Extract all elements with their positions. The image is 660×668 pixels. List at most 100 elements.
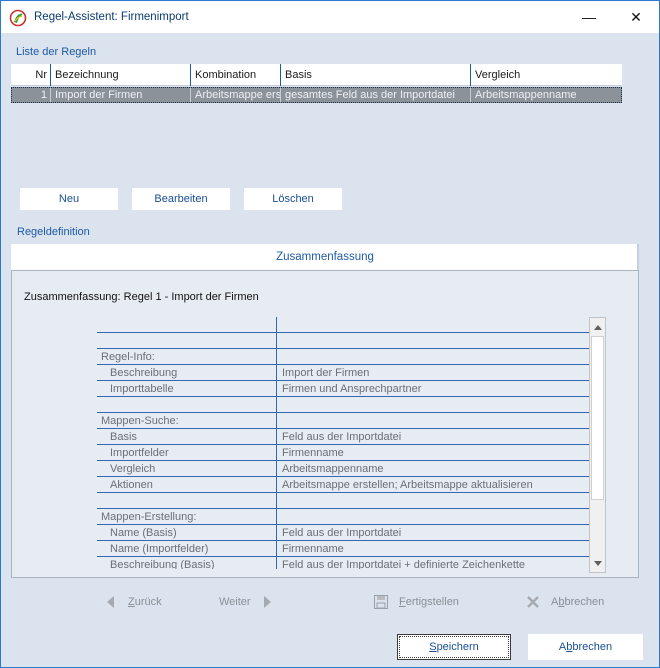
title-bar: Regel-Assistent: Firmenimport — ✕: [1, 1, 659, 33]
finish-label: Fertigstellen: [399, 596, 459, 608]
chevron-down-icon: [593, 560, 602, 566]
table-row: Aktionen Arbeitsmappe erstellen; Arbeitsm…: [97, 477, 589, 493]
column-header-nr[interactable]: Nr: [11, 64, 51, 86]
summary-value: [278, 413, 589, 429]
summary-value: Feld aus der Importdatei: [282, 527, 402, 539]
summary-key: Importtabelle: [97, 381, 277, 397]
table-row: Importfelder Firmenname: [97, 445, 589, 461]
back-label: Zurück: [128, 596, 162, 608]
cell-nr: 1: [12, 88, 51, 102]
arrow-right-icon: [263, 596, 271, 608]
back-button[interactable]: Zurück: [105, 593, 162, 611]
table-row: [97, 317, 589, 333]
summary-key: [97, 493, 277, 509]
summary-key: Importfelder: [97, 445, 277, 461]
scroll-thumb[interactable]: [591, 336, 604, 500]
cell-kombination: Arbeitsmappe erstellen: [191, 88, 281, 102]
save-disk-icon: [374, 595, 388, 609]
summary-scrollbar[interactable]: [589, 317, 606, 573]
summary-value: [278, 509, 589, 525]
save-button[interactable]: Speichern: [397, 634, 511, 660]
table-row: Basis Feld aus der Importdatei: [97, 429, 589, 445]
cell-bezeichnung: Import der Firmen: [51, 88, 191, 102]
summary-key: [97, 397, 277, 413]
wizard-cancel-label: Abbrechen: [551, 596, 605, 608]
cell-basis: gesamtes Feld aus der Importdatei: [281, 88, 471, 102]
summary-key: Beschreibung (Basis): [97, 557, 277, 569]
summary-key: Name (Basis): [97, 525, 277, 541]
column-header-bezeichnung[interactable]: Bezeichnung: [51, 64, 191, 86]
column-header-basis[interactable]: Basis: [281, 64, 471, 86]
cancel-x-icon: [527, 596, 539, 608]
summary-key: Regel-Info:: [97, 349, 277, 365]
summary-value: Firmenname: [282, 447, 344, 459]
summary-key: Basis: [97, 429, 277, 445]
summary-section-row: Mappen-Erstellung:: [97, 509, 589, 525]
table-row: [97, 333, 589, 349]
summary-key: [97, 333, 277, 349]
new-button[interactable]: Neu: [20, 188, 118, 210]
definition-section-label: Regeldefinition: [17, 226, 90, 238]
wizard-cancel-button[interactable]: Abbrechen: [526, 593, 604, 611]
arrow-left-icon: [107, 596, 114, 608]
minimize-button[interactable]: —: [566, 1, 612, 33]
summary-key: Beschreibung: [97, 365, 277, 381]
summary-key: Aktionen: [97, 477, 277, 493]
summary-section-row: Mappen-Suche:: [97, 413, 589, 429]
window-title: Regel-Assistent: Firmenimport: [34, 11, 189, 23]
delete-button[interactable]: Löschen: [244, 188, 342, 210]
summary-value: Arbeitsmappe erstellen; Arbeitsmappe akt…: [282, 479, 533, 491]
summary-tab-bar: Zusammenfassung: [11, 244, 639, 270]
scroll-down-button[interactable]: [590, 555, 605, 572]
table-row: Name (Basis) Feld aus der Importdatei: [97, 525, 589, 541]
table-row: Beschreibung Import der Firmen: [97, 365, 589, 381]
summary-value: Import der Firmen: [282, 367, 370, 379]
rules-table-header: Nr Bezeichnung Kombination Basis Verglei…: [11, 64, 622, 86]
summary-key: Name (Importfelder): [97, 541, 277, 557]
table-row[interactable]: 1 Import der Firmen Arbeitsmappe erstell…: [11, 87, 622, 103]
summary-value: [278, 333, 589, 349]
summary-value: Firmenname: [282, 543, 344, 555]
minimize-icon: —: [582, 9, 596, 25]
next-button[interactable]: Weiter: [219, 593, 273, 611]
summary-value: Arbeitsmappenname: [282, 463, 384, 475]
app-logo-icon: [9, 9, 27, 27]
edit-button[interactable]: Bearbeiten: [132, 188, 230, 210]
table-row: [97, 397, 589, 413]
table-row: Name (Importfelder) Firmenname: [97, 541, 589, 557]
close-icon: ✕: [630, 8, 642, 25]
summary-value: [278, 397, 589, 413]
summary-key: [97, 317, 277, 333]
rules-section-label: Liste der Regeln: [16, 46, 97, 58]
summary-key: Mappen-Erstellung:: [97, 509, 277, 525]
column-header-vergleich[interactable]: Vergleich: [471, 64, 622, 86]
cancel-button[interactable]: Abbrechen: [528, 634, 643, 660]
cell-vergleich: Arbeitsmappenname: [475, 89, 577, 101]
summary-panel: Zusammenfassung: Regel 1 - Import der Fi…: [11, 270, 639, 578]
rules-table[interactable]: Nr Bezeichnung Kombination Basis Verglei…: [11, 64, 622, 104]
close-button[interactable]: ✕: [613, 1, 659, 33]
column-header-kombination[interactable]: Kombination: [191, 64, 281, 86]
summary-key: Mappen-Suche:: [97, 413, 277, 429]
summary-value: Firmen und Ansprechpartner: [282, 383, 422, 395]
cancel-label: Abbrechen: [558, 641, 613, 653]
table-row: Vergleich Arbeitsmappenname: [97, 461, 589, 477]
summary-section-row: Regel-Info:: [97, 349, 589, 365]
finish-button[interactable]: Fertigstellen: [374, 593, 459, 611]
summary-value: [278, 349, 589, 365]
next-label: Weiter: [219, 596, 251, 608]
summary-value: Feld aus der Importdatei: [282, 431, 402, 443]
scroll-up-button[interactable]: [590, 318, 605, 335]
summary-grid[interactable]: Regel-Info: Beschreibung Import der Firmen…: [97, 317, 589, 569]
chevron-up-icon: [593, 324, 602, 330]
summary-value: [278, 317, 589, 333]
table-row: [97, 493, 589, 509]
tab-summary[interactable]: Zusammenfassung: [11, 244, 639, 270]
summary-value: Feld aus der Importdatei + definierte Ze…: [282, 559, 526, 569]
table-row: Beschreibung (Basis) Feld aus der Importd…: [97, 557, 589, 569]
summary-title: Zusammenfassung: Regel 1 - Import der Fi…: [24, 291, 259, 303]
summary-value: [278, 493, 589, 509]
table-row: Importtabelle Firmen und Ansprechpartner: [97, 381, 589, 397]
save-label: Speichern: [429, 641, 479, 653]
summary-key: Vergleich: [97, 461, 277, 477]
